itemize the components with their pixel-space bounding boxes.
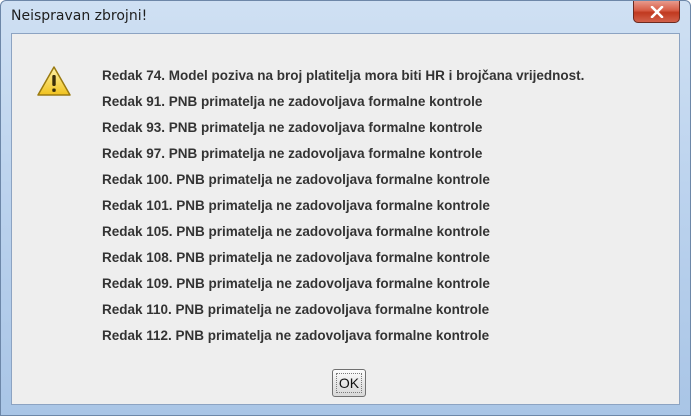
dialog-window: Neispravan zbrojni! Redak 74. Model pozi… [0, 0, 691, 416]
message-line: Redak 97. PNB primatelja ne zadovoljava … [102, 146, 483, 161]
ok-button[interactable]: OK [332, 369, 366, 397]
message-line: Redak 100. PNB primatelja ne zadovoljava… [102, 172, 490, 187]
message-line: Redak 101. PNB primatelja ne zadovoljava… [102, 198, 490, 213]
message-line: Redak 110. PNB primatelja ne zadovoljava… [102, 302, 490, 317]
title-bar[interactable]: Neispravan zbrojni! [1, 1, 690, 33]
message-line: Redak 105. PNB primatelja ne zadovoljava… [102, 224, 490, 239]
message-list: Redak 74. Model poziva na broj platitelj… [102, 67, 584, 353]
dialog-content: Redak 74. Model poziva na broj platitelj… [11, 33, 680, 405]
message-line: Redak 93. PNB primatelja ne zadovoljava … [102, 120, 483, 135]
ok-button-label: OK [338, 375, 360, 391]
message-line: Redak 108. PNB primatelja ne zadovoljava… [102, 250, 490, 265]
message-line: Redak 112. PNB primatelja ne zadovoljava… [102, 328, 490, 343]
message-line: Redak 74. Model poziva na broj platitelj… [102, 68, 585, 83]
close-icon [650, 5, 663, 18]
message-line: Redak 109. PNB primatelja ne zadovoljava… [102, 276, 490, 291]
close-button[interactable] [633, 1, 680, 23]
warning-icon [37, 66, 71, 96]
message-line: Redak 91. PNB primatelja ne zadovoljava … [102, 94, 483, 109]
window-title: Neispravan zbrojni! [11, 8, 148, 24]
